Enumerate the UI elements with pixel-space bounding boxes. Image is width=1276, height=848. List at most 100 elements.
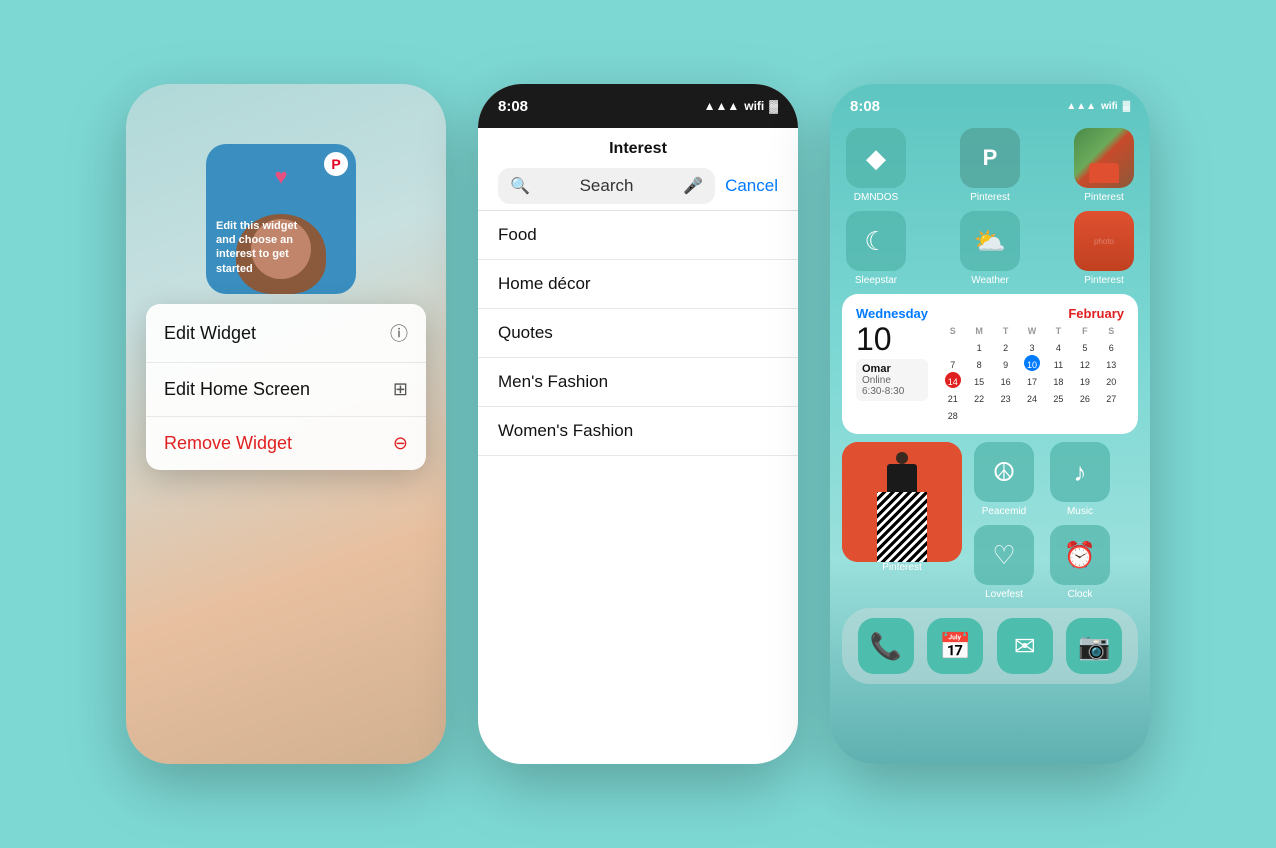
cal-day-num: 10 [856, 323, 928, 355]
phone1: ♥ P Edit this widget and choose an inter… [126, 84, 446, 764]
pinterest-widget[interactable]: ♥ P Edit this widget and choose an inter… [206, 144, 356, 294]
cal-day-cell: 6 [1099, 338, 1124, 354]
app-sleepstar[interactable]: ☾ Sleepstar [842, 211, 910, 286]
cancel-button[interactable]: Cancel [725, 176, 778, 196]
dock-phone[interactable]: 📞 [858, 618, 914, 674]
cal-day-cell: 18 [1046, 372, 1071, 388]
photo-widget-1 [1074, 128, 1134, 188]
cal-day-name: Wednesday [856, 306, 928, 321]
app-photo-2[interactable]: photo Pinterest [1070, 211, 1138, 286]
head [896, 452, 908, 464]
dock: 📞 📅 ✉ 📷 [842, 608, 1138, 684]
cal-header-cell: T [993, 325, 1018, 337]
remove-widget-item[interactable]: Remove Widget ⊖ [146, 417, 426, 470]
cal-day-cell: 20 [1099, 372, 1124, 388]
home-screen-content: ◆ DMNDOS P Pinterest Pinterest ☾ Sleepst… [830, 128, 1150, 684]
event-sub2: 6:30-8:30 [862, 386, 922, 397]
sleepstar-label: Sleepstar [855, 275, 897, 286]
bottom-row: Pinterest ☮ Peacemid ♪ Music ♡ Lovefest … [842, 442, 1138, 600]
interest-food[interactable]: Food [478, 211, 798, 260]
cal-day-cell: 13 [1099, 355, 1124, 371]
cal-day-cell: 16 [993, 372, 1018, 388]
music-icon: ♪ [1050, 442, 1110, 502]
stripes [877, 492, 927, 562]
calendar-widget[interactable]: Wednesday 10 Omar Online 6:30-8:30 Febru… [842, 294, 1138, 434]
music-label: Music [1067, 506, 1093, 517]
cal-day-cell [966, 406, 991, 422]
context-menu: Edit Widget ⓘ Edit Home Screen ⊞ Remove … [146, 304, 426, 470]
cal-day-cell: 21 [940, 389, 965, 405]
widget-description: Edit this widget and choose an interest … [216, 219, 346, 276]
calendar-left: Wednesday 10 Omar Online 6:30-8:30 [856, 306, 928, 422]
cal-grid: SMTWTFS123456789101112131415161718192021… [940, 325, 1124, 422]
cal-day-cell [1046, 406, 1071, 422]
event-sub1: Online [862, 375, 922, 386]
phone3-time: 8:08 [850, 98, 880, 115]
heart-icon: ♥ [274, 164, 287, 190]
grid-icon: ⊞ [393, 379, 408, 400]
clock-icon: ⏰ [1050, 525, 1110, 585]
interest-quotes[interactable]: Quotes [478, 309, 798, 358]
app-dmndos[interactable]: ◆ DMNDOS [842, 128, 910, 203]
event-name: Omar [862, 363, 922, 375]
calendar-right: February SMTWTFS123456789101112131415161… [940, 306, 1124, 422]
cal-day-cell [940, 338, 965, 354]
cal-event: Omar Online 6:30-8:30 [856, 359, 928, 401]
cal-day-cell: 1 [966, 338, 991, 354]
app-clock[interactable]: ⏰ Clock [1046, 525, 1114, 600]
search-bar[interactable]: 🔍 Search 🎤 [498, 168, 715, 204]
dock-mail[interactable]: ✉ [997, 618, 1053, 674]
minus-circle-icon: ⊖ [393, 433, 408, 454]
interest-header: Interest 🔍 Search 🎤 Cancel [478, 128, 798, 211]
interest-list: Food Home décor Quotes Men's Fashion Wom… [478, 211, 798, 456]
app-weather[interactable]: ⛅ Weather [956, 211, 1024, 286]
pinterest-icon1: P [960, 128, 1020, 188]
app-photo-1[interactable]: Pinterest [1070, 128, 1138, 203]
cal-day-cell: 19 [1072, 372, 1097, 388]
interest-womens-fashion[interactable]: Women's Fashion [478, 407, 798, 456]
status-bar: 8:08 ▲▲▲ wifi ▓ [478, 84, 798, 128]
header-title: Interest [494, 140, 782, 158]
weather-label: Weather [971, 275, 1009, 286]
pinterest-badge: P [324, 152, 348, 176]
cal-day-cell: 22 [966, 389, 991, 405]
cal-header-cell: S [1099, 325, 1124, 337]
cal-day-cell [1099, 406, 1124, 422]
app-lovefest[interactable]: ♡ Lovefest [970, 525, 1038, 600]
status-icons: ▲▲▲ wifi ▓ [704, 99, 778, 113]
wifi-icon: wifi [744, 99, 764, 113]
app-pinterest-1[interactable]: P Pinterest [956, 128, 1024, 203]
wifi-icon: wifi [1101, 101, 1118, 112]
cal-day-cell: 11 [1046, 355, 1071, 371]
signal-icon: ▲▲▲ [1066, 101, 1096, 112]
app-peacemid[interactable]: ☮ Peacemid [970, 442, 1038, 517]
edit-home-screen-item[interactable]: Edit Home Screen ⊞ [146, 363, 426, 417]
edit-widget-label: Edit Widget [164, 323, 256, 344]
search-icon: 🔍 [510, 176, 530, 196]
dock-calendar[interactable]: 📅 [927, 618, 983, 674]
cal-day-cell: 15 [966, 372, 991, 388]
app-music[interactable]: ♪ Music [1046, 442, 1114, 517]
red-chair [1089, 163, 1119, 183]
cal-header-cell: W [1019, 325, 1044, 337]
cal-day-cell: 3 [1019, 338, 1044, 354]
photo-label2: Pinterest [1084, 275, 1123, 286]
pinterest-label1: Pinterest [970, 192, 1009, 203]
cal-day-cell: 25 [1046, 389, 1071, 405]
battery-icon: ▓ [769, 99, 778, 113]
dock-camera[interactable]: 📷 [1066, 618, 1122, 674]
cal-day-cell: 9 [993, 355, 1018, 371]
phone3: 8:08 ▲▲▲ wifi ▓ ◆ DMNDOS P Pinterest [830, 84, 1150, 764]
interest-mens-fashion[interactable]: Men's Fashion [478, 358, 798, 407]
pinterest-img-wrap[interactable]: Pinterest [842, 442, 962, 573]
interest-home-decor[interactable]: Home décor [478, 260, 798, 309]
cal-day-cell: 14 [945, 372, 961, 388]
edit-home-label: Edit Home Screen [164, 379, 310, 400]
forest-photo [1074, 128, 1134, 188]
search-text[interactable]: Search [538, 176, 675, 196]
weather-icon: ⛅ [960, 211, 1020, 271]
app-row-2: ☾ Sleepstar ⛅ Weather photo Pinterest [842, 211, 1138, 286]
edit-widget-item[interactable]: Edit Widget ⓘ [146, 304, 426, 363]
battery-icon: ▓ [1123, 101, 1130, 112]
app-row-1: ◆ DMNDOS P Pinterest Pinterest [842, 128, 1138, 203]
